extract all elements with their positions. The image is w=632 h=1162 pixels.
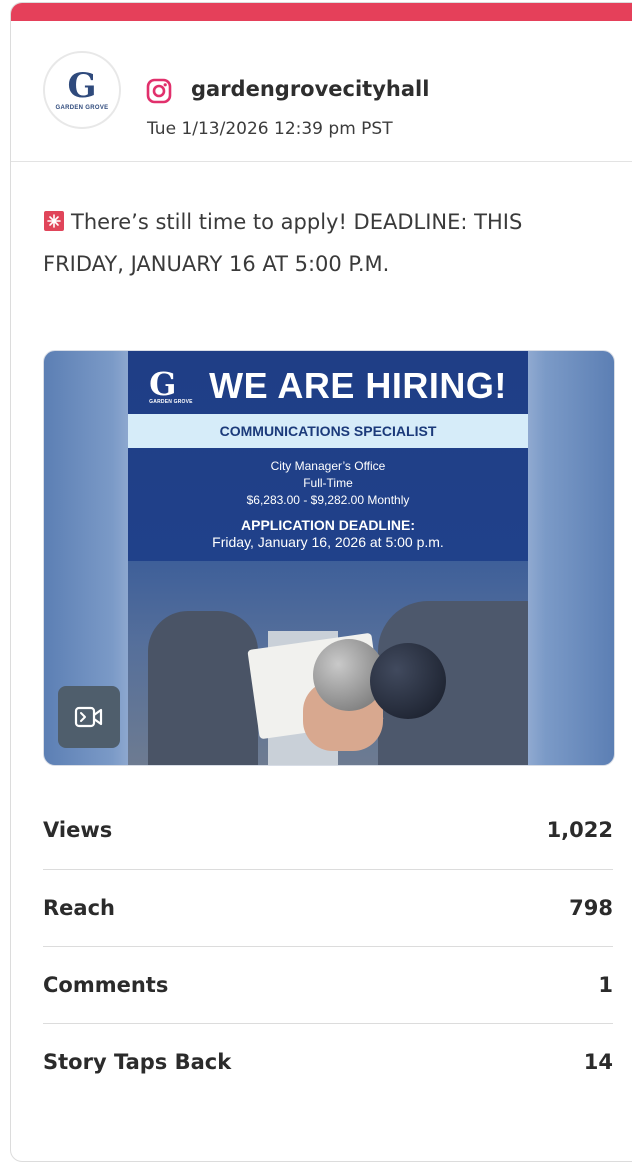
avatar-logo: G [67, 66, 97, 106]
poster-salary: $6,283.00 - $9,282.00 Monthly [246, 493, 410, 507]
stat-value: 1,022 [546, 818, 613, 842]
instagram-icon [146, 78, 172, 104]
stat-row-comments: Comments 1 [43, 947, 613, 1024]
stat-row-reach: Reach 798 [43, 870, 613, 947]
accent-bar [11, 3, 632, 21]
poster-title: WE ARE HIRING! [209, 365, 507, 406]
stat-label: Views [43, 818, 113, 842]
rotating-light-icon [44, 211, 64, 231]
poster-department: City Manager’s Office [270, 459, 386, 473]
stat-row-views: Views 1,022 [43, 791, 613, 870]
stat-value: 1 [598, 973, 613, 997]
post-caption: There’s still time to apply! DEADLINE: T… [43, 201, 603, 285]
caption-text: There’s still time to apply! DEADLINE: T… [43, 210, 523, 276]
stat-label: Comments [43, 973, 169, 997]
stat-value: 798 [569, 896, 613, 920]
poster-employment: Full-Time [303, 476, 353, 490]
garden-grove-logo: G GARDEN GROVE [149, 365, 193, 405]
poster-deadline-label: APPLICATION DEADLINE: [241, 517, 415, 533]
video-camera-icon [74, 706, 103, 728]
poster-position: COMMUNICATIONS SPECIALIST [128, 414, 528, 448]
avatar-logo-label: GARDEN GROVE [55, 105, 109, 111]
poster-deadline: Friday, January 16, 2026 at 5:00 p.m. [212, 534, 444, 550]
microphone [370, 643, 446, 719]
username[interactable]: gardengrovecityhall [191, 77, 429, 101]
video-badge[interactable] [58, 686, 120, 748]
stat-label: Reach [43, 896, 115, 920]
post-card: G GARDEN GROVE gardengrovecityhall Tue 1… [10, 2, 632, 1162]
post-stats: Views 1,022 Reach 798 Comments 1 Story T… [43, 791, 613, 1100]
post-header: G GARDEN GROVE gardengrovecityhall Tue 1… [11, 21, 632, 162]
stat-label: Story Taps Back [43, 1050, 232, 1074]
hiring-poster: G GARDEN GROVE WE ARE HIRING! COMMUNICAT… [128, 351, 528, 765]
stat-value: 14 [583, 1050, 613, 1074]
stat-row-story-taps-back: Story Taps Back 14 [43, 1024, 613, 1100]
post-media[interactable]: G GARDEN GROVE WE ARE HIRING! COMMUNICAT… [43, 350, 615, 766]
reporter-photo [128, 561, 528, 765]
post-timestamp: Tue 1/13/2026 12:39 pm PST [147, 119, 393, 139]
avatar[interactable]: G GARDEN GROVE [43, 51, 121, 129]
